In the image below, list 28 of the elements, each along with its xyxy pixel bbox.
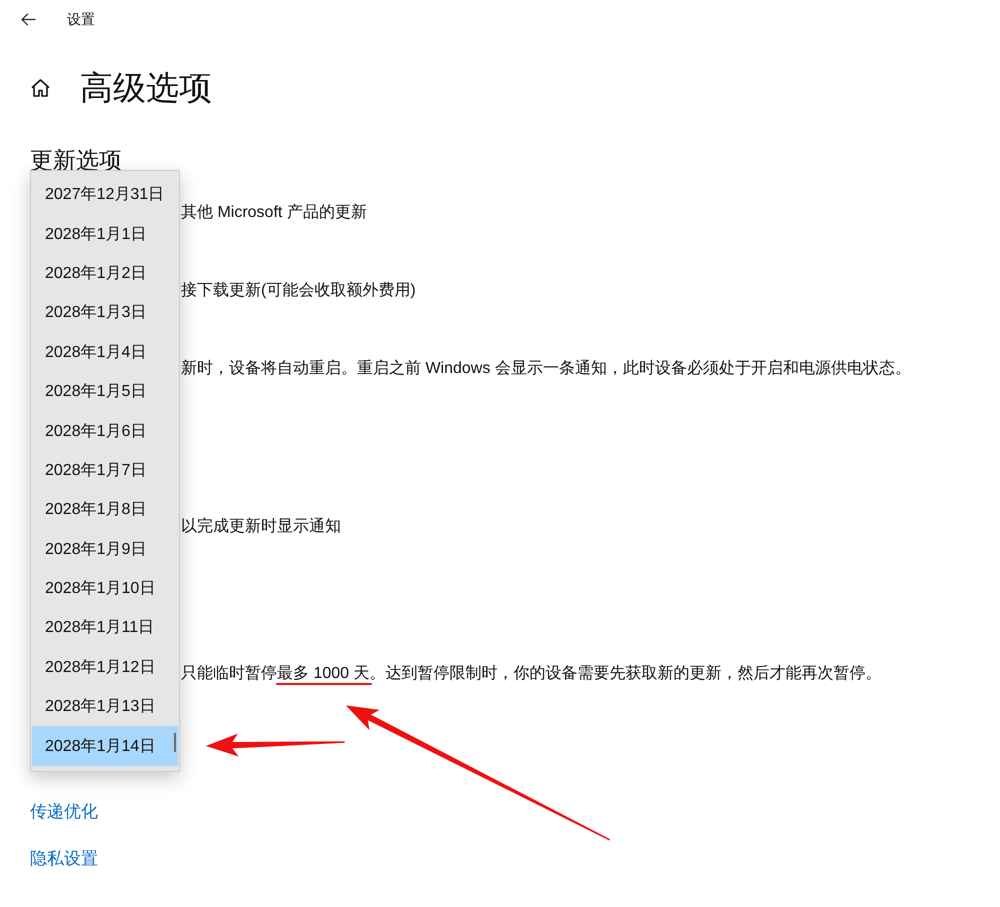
settings-link[interactable]: 传递优化 [30,800,98,824]
date-option[interactable]: 2028年1月14日 [32,726,178,766]
date-option[interactable]: 2028年1月2日 [32,254,178,294]
page-title: 高级选项 [80,68,212,108]
date-option[interactable]: 2028年1月3日 [32,293,178,333]
option-description: 接下载更新(可能会收取额外费用) [181,280,417,301]
date-option[interactable]: 2028年1月10日 [32,568,178,608]
back-arrow-icon [21,12,36,26]
date-option[interactable]: 2028年1月4日 [32,332,178,372]
window-title: 设置 [67,10,95,28]
option-description: 新时，设备将自动重启。重启之前 Windows 会显示一条通知，此时设备必须处于开启和电源供电状态。 [181,358,912,379]
settings-link[interactable]: 隐私设置 [30,847,98,871]
date-option[interactable]: 2028年1月9日 [32,530,178,569]
scrollbar-thumb[interactable] [174,733,176,752]
date-option[interactable]: 2028年1月7日 [32,450,178,490]
date-option[interactable]: 2028年1月5日 [32,372,178,412]
section-heading: 更新选项 [30,146,123,175]
date-option[interactable]: 2028年1月13日 [32,687,178,726]
option-description: 其他 Microsoft 产品的更新 [181,202,368,223]
date-option[interactable]: 2028年1月6日 [32,411,178,451]
date-option[interactable]: 2028年1月12日 [32,648,178,688]
date-option[interactable]: 2028年1月1日 [32,214,178,254]
date-option[interactable]: 2028年1月8日 [32,490,178,530]
option-description: 以完成更新时显示通知 [181,516,342,537]
date-option[interactable]: 2027年12月31日 [32,175,178,214]
home-icon[interactable] [31,79,50,97]
date-option[interactable]: 2028年1月11日 [32,608,178,648]
option-description: 只能临时暂停最多 1000 天。达到暂停限制时，你的设备需要先获取新的更新，然后才能再次暂停。 [181,664,882,684]
